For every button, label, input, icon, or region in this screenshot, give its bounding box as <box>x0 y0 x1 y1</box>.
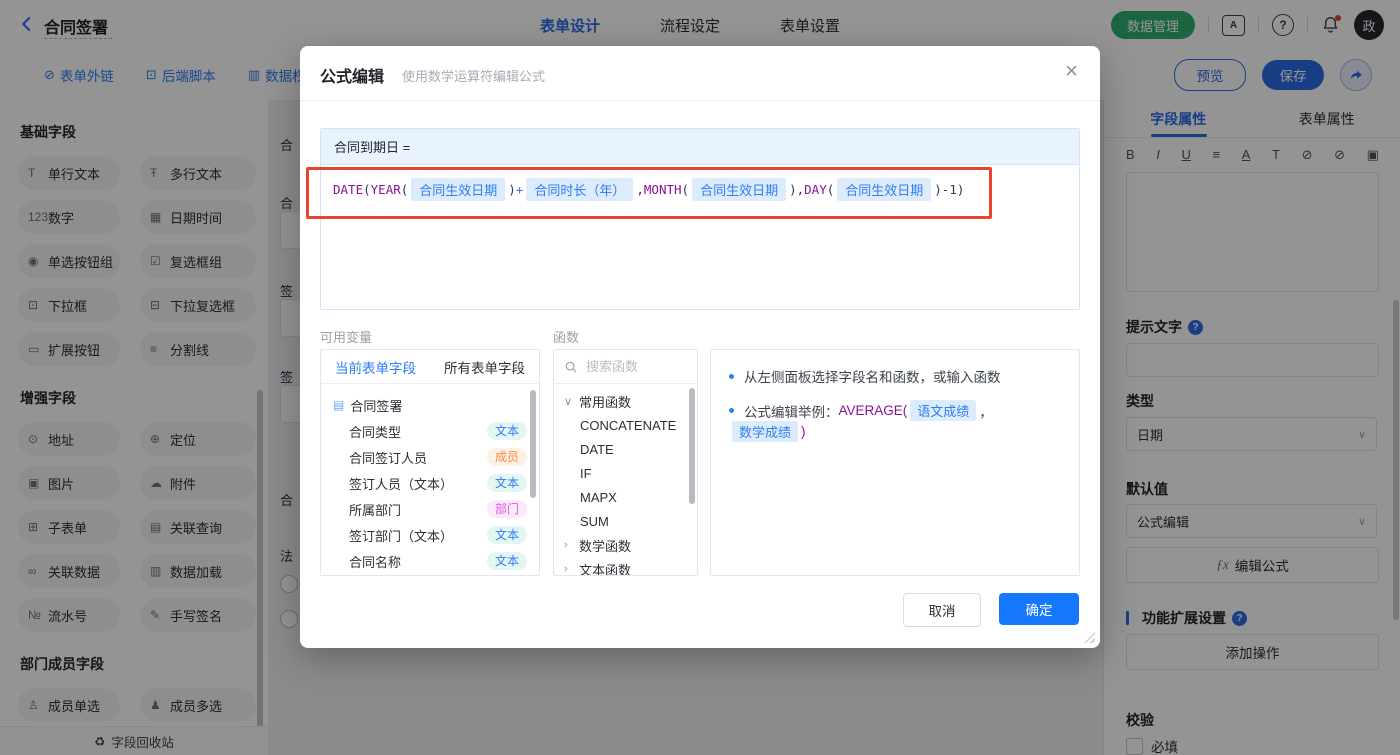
function-item-IF[interactable]: IF <box>554 461 697 485</box>
formula-text: ) <box>508 182 516 197</box>
help-line-1: 从左侧面板选择字段名和函数，或输入函数 <box>729 366 1061 386</box>
variable-type-badge: 文本 <box>486 526 527 544</box>
formula-text: ( <box>681 182 690 197</box>
bullet-icon <box>729 408 734 413</box>
function-group-label: 数学函数 <box>579 538 632 554</box>
help-line-2: 公式编辑举例： AVERAGE(语文成绩， 数学成绩) <box>729 400 1061 442</box>
dialog-title: 公式编辑 <box>320 69 385 86</box>
variables-scrollbar[interactable] <box>530 390 536 498</box>
variable-name: 合同名称 <box>349 554 402 570</box>
formula-text: )-1) <box>934 182 965 197</box>
function-name: DAY <box>804 182 827 197</box>
variable-name: 所属部门 <box>349 502 402 518</box>
variable-type-badge: 部门 <box>486 500 527 518</box>
function-group-常用函数[interactable]: ∨ 常用函数 <box>554 389 697 413</box>
field-chip[interactable]: 合同时长（年） <box>526 178 634 201</box>
chevron-down-icon: ∨ <box>564 395 573 408</box>
app-window: 合同签署 表单设计 流程设定 表单设置 数据管理 A ? 政 ⊘ 表单外链 ⊡ 后端脚本 ▥… <box>0 0 1400 755</box>
variable-row[interactable]: 所属部门 部门 <box>321 496 539 522</box>
function-item-MAPX[interactable]: MAPX <box>554 485 697 509</box>
close-icon[interactable]: × <box>1065 60 1078 82</box>
function-item-CONCATENATE[interactable]: CONCATENATE <box>554 413 697 437</box>
functions-panel: ∨ 常用函数 CONCATENATEDATEIFMAPXSUM › 数学函数 › 文本函数 <box>553 349 698 576</box>
chevron-right-icon: › <box>564 539 568 551</box>
function-search <box>554 350 697 384</box>
variable-row[interactable]: 签订部门（文本） 文本 <box>321 522 539 548</box>
formula-help-panel: 从左侧面板选择字段名和函数，或输入函数 公式编辑举例： AVERAGE(语文成绩，… <box>710 349 1080 576</box>
variable-row[interactable]: 合同签订人员 成员 <box>321 444 539 470</box>
variable-type-badge: 文本 <box>486 422 527 440</box>
variable-type-badge: 文本 <box>486 474 527 492</box>
dialog-subtitle: 使用数学运算符编辑公式 <box>402 69 546 84</box>
formula-text: ， <box>979 404 993 420</box>
variables-label: 可用变量 <box>320 330 373 345</box>
function-group-文本函数[interactable]: › 文本函数 <box>554 557 697 576</box>
variable-row[interactable]: 合同名称 文本 <box>321 548 539 574</box>
variable-row[interactable]: 文本 <box>321 574 539 575</box>
search-icon <box>565 361 577 372</box>
variable-type-badge: 文本 <box>486 552 527 570</box>
formula-text: ( <box>826 182 835 197</box>
function-name: AVERAGE( <box>838 403 908 418</box>
variable-name: 签订部门（文本） <box>349 528 454 544</box>
resize-handle-icon[interactable] <box>1084 632 1095 643</box>
variables-tab-所有表单字段[interactable]: 所有表单字段 <box>444 357 525 377</box>
functions-scrollbar[interactable] <box>689 388 695 504</box>
function-group-label: 文本函数 <box>579 562 632 576</box>
function-search-input[interactable] <box>584 358 683 375</box>
field-chip[interactable]: 合同生效日期 <box>692 178 787 201</box>
field-chip[interactable]: 数学成绩 <box>732 421 799 442</box>
variable-row[interactable]: 签订人员（文本） 文本 <box>321 470 539 496</box>
formula-text: ), <box>789 182 805 197</box>
field-chip[interactable]: 合同生效日期 <box>411 178 506 201</box>
functions-label: 函数 <box>553 330 580 345</box>
formula-text: ( <box>400 182 409 197</box>
formula-editor-dialog: 公式编辑 使用数学运算符编辑公式 × 合同到期日 = DATE(YEAR(合同生… <box>300 46 1100 648</box>
function-item-SUM[interactable]: SUM <box>554 509 697 533</box>
chevron-right-icon: › <box>564 563 568 575</box>
function-name: YEAR <box>370 182 401 197</box>
dialog-header: 公式编辑 使用数学运算符编辑公式 × <box>300 46 1100 101</box>
function-name: MONTH <box>643 182 682 197</box>
function-name: ) <box>801 424 806 439</box>
formula-text: 公式编辑举例： <box>744 404 839 420</box>
formula-input-area[interactable]: DATE(YEAR(合同生效日期) + 合同时长（年） , MONTH(合同生效日期)… <box>320 164 1080 310</box>
variable-name: 合同签订人员 <box>349 450 428 466</box>
function-group-label: 常用函数 <box>579 394 632 410</box>
form-node-label: 合同签署 <box>350 398 403 414</box>
formula-text: ( <box>363 182 371 197</box>
formula-text: , <box>636 182 644 197</box>
variable-name: 签订人员（文本） <box>349 476 454 492</box>
formula-target-field: 合同到期日 = <box>320 128 1080 164</box>
field-chip[interactable]: 语文成绩 <box>910 400 977 421</box>
field-chip[interactable]: 合同生效日期 <box>837 178 932 201</box>
variable-type-badge: 成员 <box>486 448 527 466</box>
function-name: DATE <box>333 182 364 197</box>
formula-text: + <box>515 182 524 197</box>
formula-expression: DATE(YEAR(合同生效日期) + 合同时长（年） , MONTH(合同生效日期)… <box>333 178 1067 201</box>
confirm-button[interactable]: 确定 <box>999 593 1079 625</box>
variables-panel: 当前表单字段 所有表单字段 ▤ 合同签署 合同类型 文本 合同签订人员 成员 签订人员（文本）… <box>320 349 540 576</box>
bullet-icon <box>729 373 734 379</box>
form-doc-icon: ▤ <box>333 398 345 412</box>
variable-row[interactable]: 合同类型 文本 <box>321 418 539 444</box>
cancel-button[interactable]: 取消 <box>903 593 981 627</box>
variable-name: 合同类型 <box>349 424 402 440</box>
function-group-数学函数[interactable]: › 数学函数 <box>554 533 697 557</box>
function-item-DATE[interactable]: DATE <box>554 437 697 461</box>
variables-tabs: 当前表单字段 所有表单字段 <box>321 350 539 384</box>
form-node[interactable]: ▤ 合同签署 <box>321 392 539 418</box>
variables-tab-当前表单字段[interactable]: 当前表单字段 <box>335 357 416 377</box>
